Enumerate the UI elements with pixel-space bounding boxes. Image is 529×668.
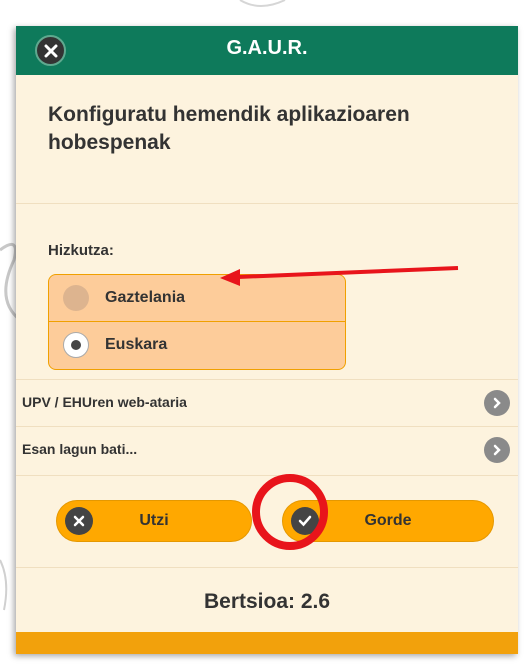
intro-text: Konfiguratu hemendik aplikazioaren hobes…: [48, 103, 410, 154]
language-section: Hizkutza: Gaztelania Euskara: [16, 204, 518, 404]
radio-selected-icon: [63, 332, 89, 358]
radio-unselected-icon: [63, 285, 89, 311]
language-label: Hizkutza:: [48, 242, 114, 259]
intro-section: Konfiguratu hemendik aplikazioaren hobes…: [16, 75, 518, 204]
radio-option-euskara[interactable]: Euskara: [49, 322, 345, 368]
list-item-label: Esan lagun bati...: [22, 441, 138, 457]
save-label: Gorde: [364, 512, 412, 529]
bottom-bar: [16, 632, 518, 654]
dialog-titlebar: G.A.U.R.: [16, 26, 518, 75]
chevron-right-icon: [484, 437, 510, 463]
radio-label: Euskara: [105, 336, 168, 353]
list-item-web-portal[interactable]: UPV / EHUren web-ataria: [16, 379, 518, 426]
settings-dialog: G.A.U.R. Konfiguratu hemendik aplikazioa…: [16, 26, 518, 654]
cancel-label: Utzi: [139, 512, 169, 529]
language-radio-group: Gaztelania Euskara: [48, 274, 346, 370]
chevron-right-icon: [484, 390, 510, 416]
list-item-label: UPV / EHUren web-ataria: [22, 394, 187, 410]
radio-label: Gaztelania: [105, 289, 186, 306]
list-item-tell-friend[interactable]: Esan lagun bati...: [16, 426, 518, 473]
version-text: Bertsioa: 2.6: [203, 590, 331, 613]
cancel-button[interactable]: Utzi: [56, 500, 252, 542]
button-row: Utzi Gorde: [16, 475, 518, 568]
version-section: Bertsioa: 2.6: [16, 567, 518, 632]
save-button[interactable]: Gorde: [282, 500, 494, 542]
dialog-title: G.A.U.R.: [226, 37, 308, 59]
radio-option-gaztelania[interactable]: Gaztelania: [49, 275, 345, 322]
